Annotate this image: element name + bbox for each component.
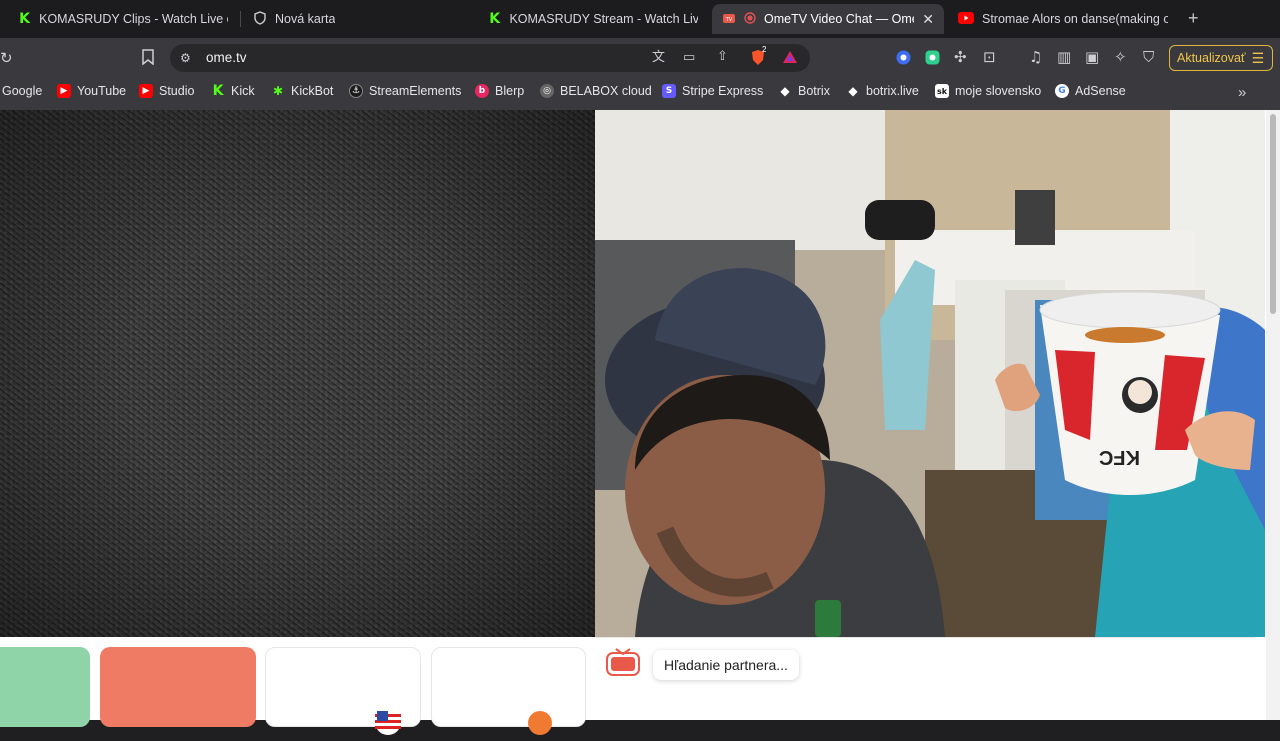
next-button[interactable] bbox=[0, 647, 90, 727]
adsense-icon: G bbox=[1055, 84, 1069, 98]
kick-icon: K bbox=[19, 11, 30, 27]
bookmark-label: botrix.live bbox=[866, 84, 919, 98]
bookmark-label: BELABOX cloud bbox=[560, 84, 652, 98]
url-text: ome.tv bbox=[206, 50, 247, 65]
page-content: KFC Hľadanie partnera... bbox=[0, 110, 1280, 735]
bookmark-stripe[interactable]: S Stripe Express bbox=[662, 84, 763, 98]
bookmark-label: Stripe Express bbox=[682, 84, 764, 98]
sidebar-icon[interactable]: ▥ bbox=[1057, 49, 1071, 65]
tab-divider bbox=[240, 11, 241, 27]
streamelements-icon: ⚓ bbox=[349, 84, 363, 98]
bookmark-label: KickBot bbox=[291, 84, 334, 98]
screenshot-icon[interactable]: ⊡ bbox=[983, 49, 996, 65]
bookmark-label: Kick bbox=[231, 84, 255, 98]
stripe-icon: S bbox=[662, 84, 676, 98]
bookmarks-overflow-icon[interactable]: » bbox=[1238, 84, 1246, 101]
bookmark-label: Botrix bbox=[798, 84, 830, 98]
bookmark-belabox[interactable]: ◎ BELABOX cloud bbox=[540, 84, 652, 98]
bookmark-google[interactable]: Google bbox=[2, 84, 42, 98]
page-scrollbar[interactable] bbox=[1266, 110, 1280, 720]
bookmark-label: StreamElements bbox=[369, 84, 462, 98]
botrix-icon: ◆ bbox=[848, 84, 858, 98]
reload-icon[interactable]: ↻ bbox=[0, 50, 13, 66]
tab-komasrudy-stream[interactable]: K KOMASRUDY Stream - Watch Live bbox=[478, 4, 708, 34]
tab-bar: K KOMASRUDY Clips - Watch Live on Nová k… bbox=[0, 0, 1280, 38]
stop-button[interactable] bbox=[100, 647, 256, 727]
gender-button[interactable] bbox=[431, 647, 586, 735]
leo-ai-icon[interactable]: ✧ bbox=[1114, 49, 1127, 65]
scrollbar-thumb[interactable] bbox=[1270, 114, 1276, 314]
address-bar[interactable]: ⚙ ome.tv 文 ▭ ⇧ 2 bbox=[170, 44, 810, 72]
update-label: Aktualizovať bbox=[1177, 51, 1246, 65]
bookmark-blerp[interactable]: b Blerp bbox=[475, 84, 524, 98]
bookmark-streamelements[interactable]: ⚓ StreamElements bbox=[349, 84, 461, 98]
ometv-icon: TV bbox=[722, 11, 736, 28]
bookmark-moje-slovensko[interactable]: sk moje slovensko bbox=[935, 84, 1041, 98]
bookmark-adsense[interactable]: G AdSense bbox=[1055, 84, 1126, 98]
tab-stromae[interactable]: Stromae Alors on danse(making of bbox=[948, 4, 1178, 34]
tab-new-tab[interactable]: Nová karta bbox=[243, 4, 473, 34]
bookmark-kick[interactable]: K Kick bbox=[211, 83, 255, 99]
botrix-icon: ◆ bbox=[780, 84, 790, 98]
recording-icon bbox=[744, 11, 756, 27]
globe-icon: ◎ bbox=[540, 84, 554, 98]
bookmark-icon[interactable] bbox=[141, 49, 155, 68]
shield-icon bbox=[253, 10, 267, 28]
brave-rewards-icon[interactable] bbox=[782, 49, 798, 68]
bookmark-youtube[interactable]: ▶ YouTube bbox=[57, 84, 126, 98]
extension-green-icon[interactable] bbox=[925, 50, 940, 68]
tab-title: Stromae Alors on danse(making of bbox=[982, 12, 1168, 26]
bookmark-label: Google bbox=[2, 84, 43, 98]
translate-icon[interactable]: 文 bbox=[652, 50, 665, 66]
bookmark-botrix[interactable]: ◆ Botrix bbox=[778, 84, 830, 98]
us-flag-icon bbox=[374, 708, 402, 741]
bookmark-botrix-live[interactable]: ◆ botrix.live bbox=[846, 84, 919, 98]
tab-title: OmeTV Video Chat — Omeg bbox=[764, 12, 915, 26]
youtube-studio-icon: ▶ bbox=[139, 84, 153, 98]
bookmark-studio[interactable]: ▶ Studio bbox=[139, 84, 194, 98]
partner-video: KFC bbox=[595, 110, 1265, 637]
kick-icon: K bbox=[212, 83, 224, 99]
bookmark-label: AdSense bbox=[1075, 84, 1126, 98]
ometv-logo-icon bbox=[606, 648, 640, 683]
kick-icon: K bbox=[489, 11, 501, 27]
chat-panel: Hľadanie partnera... bbox=[595, 637, 1255, 720]
sk-icon: sk bbox=[935, 84, 949, 98]
tab-title: KOMASRUDY Stream - Watch Live bbox=[509, 12, 698, 26]
extensions-icon[interactable]: ✣ bbox=[954, 49, 967, 65]
youtube-icon: ▶ bbox=[57, 84, 71, 98]
local-video-static bbox=[0, 110, 595, 637]
bookmark-label: YouTube bbox=[77, 84, 127, 98]
gender-icon bbox=[527, 710, 553, 741]
music-icon[interactable]: ♫ bbox=[1029, 49, 1042, 65]
tab-title: Nová karta bbox=[275, 12, 336, 26]
kickbot-icon: ✱ bbox=[272, 84, 284, 98]
cast-icon[interactable]: ▭ bbox=[683, 50, 695, 66]
country-button[interactable] bbox=[265, 647, 421, 735]
vpn-icon[interactable] bbox=[896, 50, 911, 68]
bookmark-label: Studio bbox=[159, 84, 195, 98]
status-message: Hľadanie partnera... bbox=[653, 650, 799, 680]
video-frame-illustration: KFC bbox=[595, 110, 1265, 637]
tab-ometv[interactable]: TV OmeTV Video Chat — Omeg ✕ bbox=[712, 4, 944, 34]
wallet-icon[interactable]: ▣ bbox=[1085, 49, 1099, 65]
blerp-icon: b bbox=[475, 84, 489, 98]
kfc-logo-text: KFC bbox=[1099, 446, 1140, 468]
menu-icon: ☰ bbox=[1251, 49, 1265, 66]
share-icon[interactable]: ⇧ bbox=[717, 49, 728, 65]
new-tab-button[interactable]: + bbox=[1188, 8, 1199, 29]
vpn-shield-icon[interactable]: ⛉ bbox=[1143, 49, 1154, 65]
svg-text:TV: TV bbox=[725, 17, 733, 23]
bookmark-label: Blerp bbox=[495, 84, 525, 98]
tab-title: KOMASRUDY Clips - Watch Live on bbox=[39, 12, 228, 26]
bookmark-kickbot[interactable]: ✱ KickBot bbox=[271, 84, 333, 98]
close-icon[interactable]: ✕ bbox=[922, 11, 934, 28]
tab-komasrudy-clips[interactable]: K KOMASRUDY Clips - Watch Live on bbox=[8, 4, 238, 34]
shields-badge: 2 bbox=[762, 45, 767, 54]
update-button[interactable]: Aktualizovať ☰ bbox=[1169, 45, 1273, 71]
site-settings-icon[interactable]: ⚙ bbox=[180, 50, 191, 66]
bookmark-label: moje slovensko bbox=[955, 84, 1042, 98]
youtube-icon bbox=[958, 11, 974, 27]
